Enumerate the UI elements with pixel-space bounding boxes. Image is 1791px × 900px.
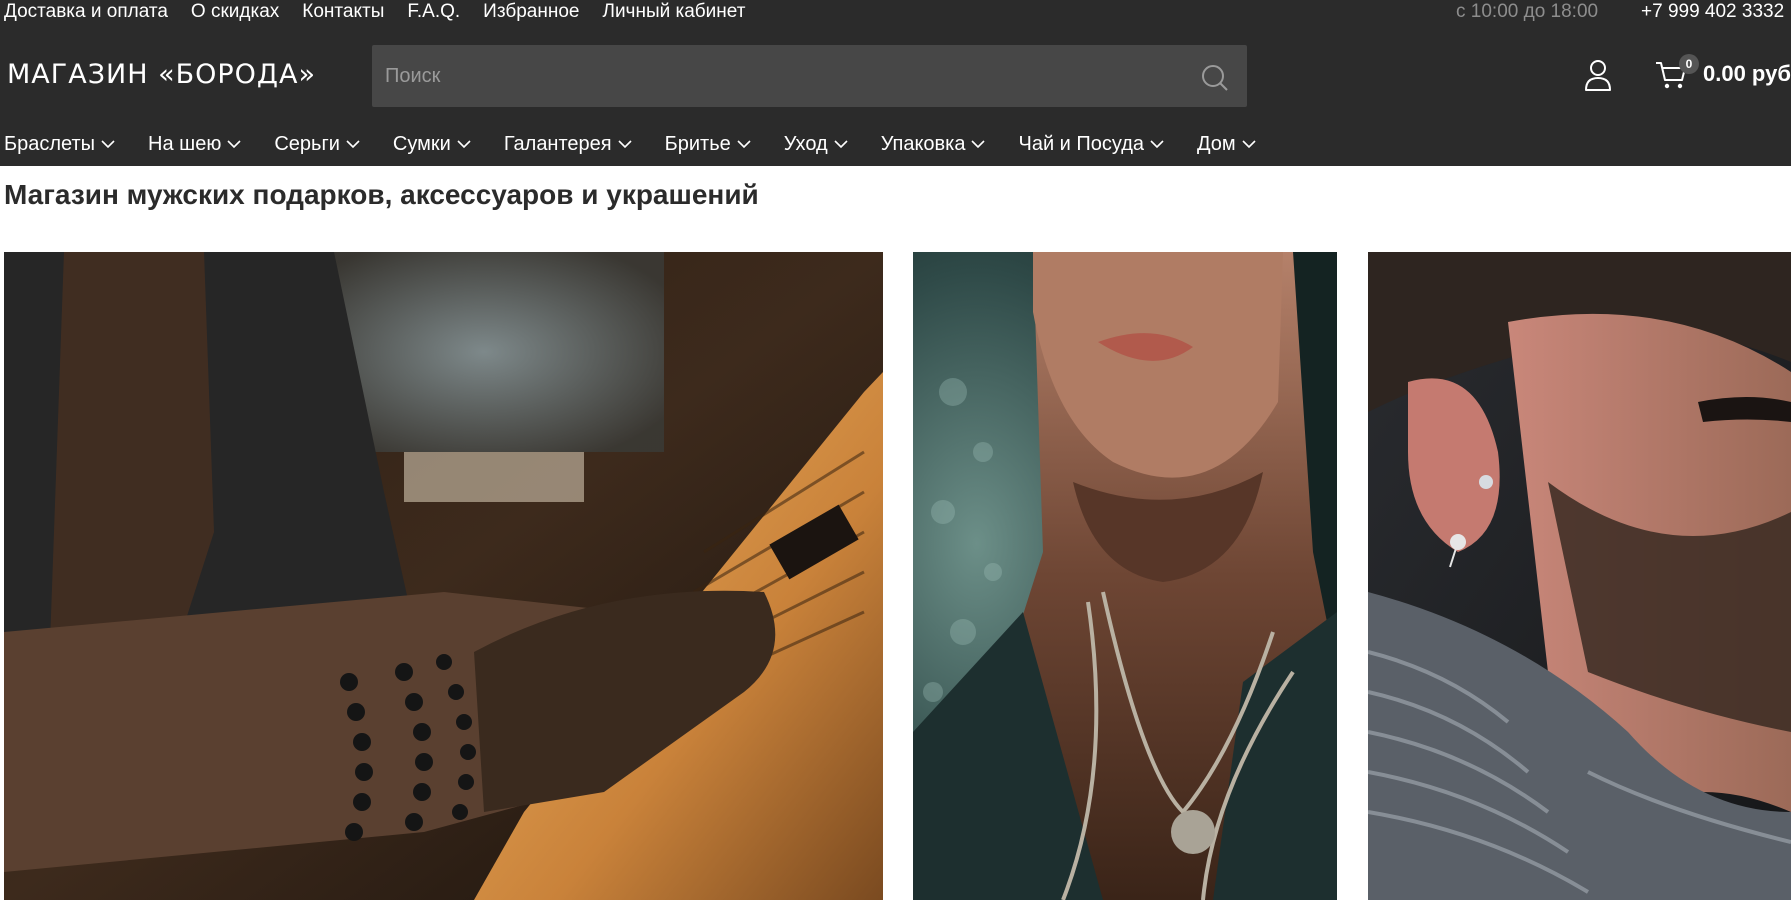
category-label: Бритье xyxy=(664,133,731,155)
necklaces-photo xyxy=(913,252,1337,900)
chevron-down-icon xyxy=(346,140,360,149)
category-label: Сумки xyxy=(392,133,451,155)
category-label: Чай и Посуда xyxy=(1018,133,1145,155)
category-label: На шею xyxy=(148,133,222,155)
phone-number[interactable]: +7 999 402 3332 xyxy=(1641,0,1784,24)
link-account[interactable]: Личный кабинет xyxy=(602,0,745,24)
category-nav: Браслеты На шею Серьги Сумки Галантерея … xyxy=(4,131,1256,157)
category-label: Упаковка xyxy=(880,133,966,155)
chevron-down-icon xyxy=(1242,140,1256,149)
chevron-down-icon xyxy=(834,140,848,149)
category-earrings[interactable]: Серьги xyxy=(274,131,360,157)
link-discounts[interactable]: О скидках xyxy=(191,0,279,24)
search-icon[interactable] xyxy=(1200,63,1230,93)
link-contacts[interactable]: Контакты xyxy=(302,0,384,24)
search-input[interactable] xyxy=(372,45,1172,107)
link-favorites[interactable]: Избранное xyxy=(483,0,579,24)
link-faq[interactable]: F.A.Q. xyxy=(407,0,460,24)
category-label: Серьги xyxy=(274,133,340,155)
top-bar: Доставка и оплата О скидках Контакты F.A… xyxy=(0,0,1791,24)
site-header: Доставка и оплата О скидках Контакты F.A… xyxy=(0,0,1791,166)
earrings-photo xyxy=(1368,252,1791,900)
category-bracelets[interactable]: Браслеты xyxy=(4,131,115,157)
chevron-down-icon xyxy=(971,140,986,149)
link-delivery[interactable]: Доставка и оплата xyxy=(4,0,168,24)
category-home[interactable]: Дом xyxy=(1197,131,1256,157)
chevron-down-icon xyxy=(1150,140,1164,149)
category-bags[interactable]: Сумки xyxy=(393,131,471,157)
category-shaving[interactable]: Бритье xyxy=(665,131,751,157)
working-hours: с 10:00 до 18:00 xyxy=(1456,1,1599,22)
site-logo[interactable]: МАГАЗИН «БОРОДА» xyxy=(7,59,316,91)
chevron-down-icon xyxy=(101,140,115,149)
category-label: Галантерея xyxy=(503,133,612,155)
promo-tile-necklaces[interactable] xyxy=(913,252,1337,900)
cart-count-badge: 0 xyxy=(1679,54,1699,74)
category-packaging[interactable]: Упаковка xyxy=(881,131,986,157)
category-tea-dishes[interactable]: Чай и Посуда xyxy=(1018,131,1164,157)
top-links: Доставка и оплата О скидках Контакты F.A… xyxy=(4,0,745,24)
category-label: Дом xyxy=(1197,133,1236,155)
user-icon[interactable] xyxy=(1583,58,1613,92)
search-bar xyxy=(372,45,1247,107)
chevron-down-icon xyxy=(457,140,471,149)
promo-tile-bracelets[interactable] xyxy=(4,252,883,900)
chevron-down-icon xyxy=(618,140,632,149)
category-haberdashery[interactable]: Галантерея xyxy=(504,131,632,157)
page-title: Магазин мужских подарков, аксессуаров и … xyxy=(4,179,759,210)
promo-tile-earrings[interactable] xyxy=(1368,252,1791,900)
bracelets-photo xyxy=(4,252,883,900)
chevron-down-icon xyxy=(737,140,751,149)
category-neck[interactable]: На шею xyxy=(148,131,241,157)
category-care[interactable]: Уход xyxy=(784,131,848,157)
category-label: Уход xyxy=(783,133,828,155)
category-label: Браслеты xyxy=(4,133,96,155)
cart-total[interactable]: 0.00 руб xyxy=(1703,60,1791,88)
chevron-down-icon xyxy=(227,140,241,149)
